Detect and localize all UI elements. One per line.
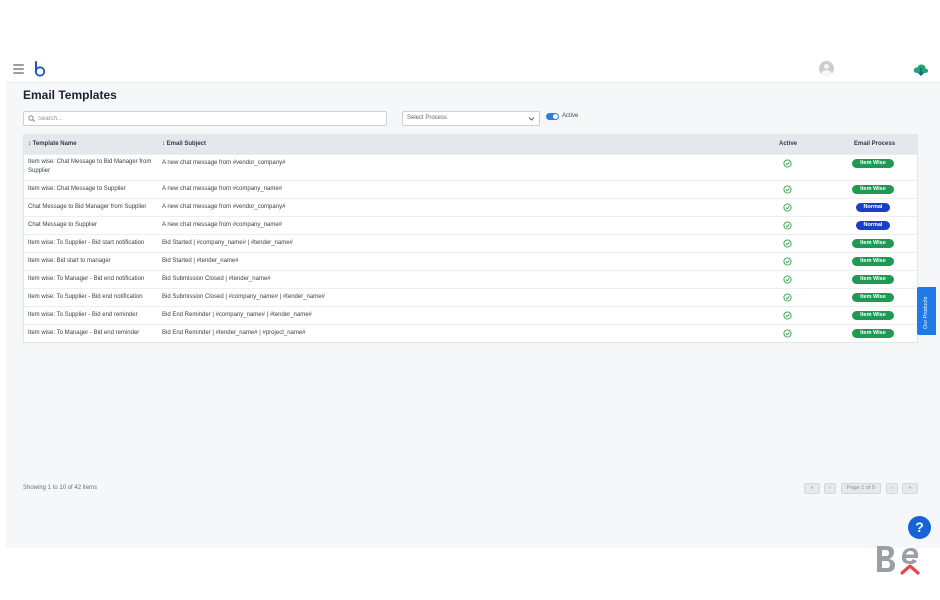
check-circle-icon <box>783 185 792 194</box>
template-name-cell: Item wise: To Manager - Bid end notifica… <box>28 276 145 282</box>
prev-page-button[interactable]: ‹ <box>824 483 836 494</box>
table-row[interactable]: Item wise: Bid start to manager Bid Start… <box>24 252 917 270</box>
table-row[interactable]: Item wise: To Manager - Bid end notifica… <box>24 270 917 288</box>
email-process-badge: Item Wise <box>852 257 894 266</box>
check-circle-icon <box>783 203 792 212</box>
template-name-cell: Item wise: Chat Message to Supplier <box>28 186 126 192</box>
email-subject-cell: A new chat message from #vendor_company# <box>162 204 286 210</box>
check-circle-icon <box>783 239 792 248</box>
table-row[interactable]: Item wise: To Supplier - Bid end reminde… <box>24 306 917 324</box>
first-page-button[interactable]: « <box>804 483 820 494</box>
template-name-cell: Chat Message to Bid Manager from Supplie… <box>28 204 147 210</box>
check-circle-icon <box>783 159 792 168</box>
active-toggle[interactable] <box>546 113 559 120</box>
top-bar <box>6 56 940 83</box>
page-title: Email Templates <box>23 88 117 102</box>
table-row[interactable]: Item wise: Chat Message to Supplier A new… <box>24 180 917 198</box>
template-name-cell: Item wise: To Supplier - Bid end reminde… <box>28 312 138 318</box>
column-header-email-process: Email Process <box>854 141 896 147</box>
email-process-badge: Item Wise <box>852 159 894 168</box>
email-subject-cell: A new chat message from #company_name# <box>162 222 283 228</box>
our-products-label: Our Products <box>923 296 929 329</box>
app-logo[interactable] <box>33 61 47 77</box>
last-page-button[interactable]: » <box>902 483 918 494</box>
column-header-template-name[interactable]: ↕ Template Name <box>28 141 77 147</box>
email-process-badge: Item Wise <box>852 239 894 248</box>
email-subject-cell: Bid Submission Closed | #company_name# |… <box>162 294 325 300</box>
search-box[interactable] <box>23 111 387 126</box>
app-shell: Email Templates Select Process Active ↕ … <box>6 56 940 548</box>
table-row[interactable]: Chat Message to Supplier A new chat messa… <box>24 216 917 234</box>
email-process-badge: Item Wise <box>852 275 894 284</box>
table-row[interactable]: Item wise: To Supplier - Bid start notif… <box>24 234 917 252</box>
user-avatar-icon[interactable] <box>819 61 834 76</box>
our-products-tab[interactable]: Our Products <box>917 287 936 335</box>
check-circle-icon <box>783 329 792 338</box>
search-icon <box>28 115 35 122</box>
column-header-active: Active <box>779 141 798 147</box>
column-header-email-subject[interactable]: ↕ Email Subject <box>162 141 206 147</box>
hamburger-icon[interactable] <box>13 64 24 74</box>
table-row[interactable]: Item wise: To Supplier - Bid end notific… <box>24 288 917 306</box>
template-name-cell: Chat Message to Supplier <box>28 222 98 228</box>
email-process-badge: Item Wise <box>852 311 894 320</box>
template-name-cell: Item wise: To Manager - Bid end reminder <box>28 330 140 336</box>
email-templates-table: ↕ Template Name ↕ Email Subject Active E… <box>23 134 918 343</box>
email-subject-cell: Bid End Reminder | #tender_name# | #proj… <box>162 330 306 336</box>
process-select[interactable]: Select Process <box>402 111 540 126</box>
email-subject-cell: A new chat message from #vendor_company# <box>162 160 286 166</box>
page-indicator: Page 1 of 5 <box>841 483 881 494</box>
template-name-cell: Item wise: To Supplier - Bid start notif… <box>28 240 145 246</box>
check-circle-icon <box>783 311 792 320</box>
table-row[interactable]: Item wise: Chat Message to Bid Manager f… <box>24 154 917 180</box>
check-circle-icon <box>783 275 792 284</box>
cloud-icon[interactable] <box>913 62 929 76</box>
template-name-cell: Item wise: Chat Message to Bid Manager f… <box>28 159 152 174</box>
pagination-info: Showing 1 to 10 of 42 items <box>23 485 98 491</box>
brand-watermark-logo <box>877 546 920 575</box>
email-process-badge: Item Wise <box>852 293 894 302</box>
email-process-badge: Item Wise <box>852 185 894 194</box>
check-circle-icon <box>783 257 792 266</box>
table-body: Item wise: Chat Message to Bid Manager f… <box>24 154 917 342</box>
email-subject-cell: Bid End Reminder | #company_name# | #ten… <box>162 312 312 318</box>
next-page-button[interactable]: › <box>886 483 898 494</box>
help-button[interactable]: ? <box>908 516 931 539</box>
template-name-cell: Item wise: Bid start to manager <box>28 258 111 264</box>
email-process-badge: Item Wise <box>852 329 894 338</box>
table-row[interactable]: Item wise: To Manager - Bid end reminder… <box>24 324 917 342</box>
email-subject-cell: Bid Started | #tender_name# <box>162 258 239 264</box>
check-circle-icon <box>783 221 792 230</box>
search-input[interactable] <box>38 112 378 125</box>
template-name-cell: Item wise: To Supplier - Bid end notific… <box>28 294 143 300</box>
email-process-badge: Normal <box>856 221 890 230</box>
table-header: ↕ Template Name ↕ Email Subject Active E… <box>24 135 917 154</box>
active-toggle-label: Active <box>562 113 579 119</box>
process-select-value: Select Process <box>407 115 448 121</box>
email-subject-cell: Bid Submission Closed | #tender_name# <box>162 276 271 282</box>
table-row[interactable]: Chat Message to Bid Manager from Supplie… <box>24 198 917 216</box>
check-circle-icon <box>783 293 792 302</box>
email-process-badge: Normal <box>856 203 890 212</box>
chevron-down-icon <box>528 117 535 121</box>
email-subject-cell: Bid Started | #company_name# | #tender_n… <box>162 240 293 246</box>
email-subject-cell: A new chat message from #company_name# <box>162 186 283 192</box>
